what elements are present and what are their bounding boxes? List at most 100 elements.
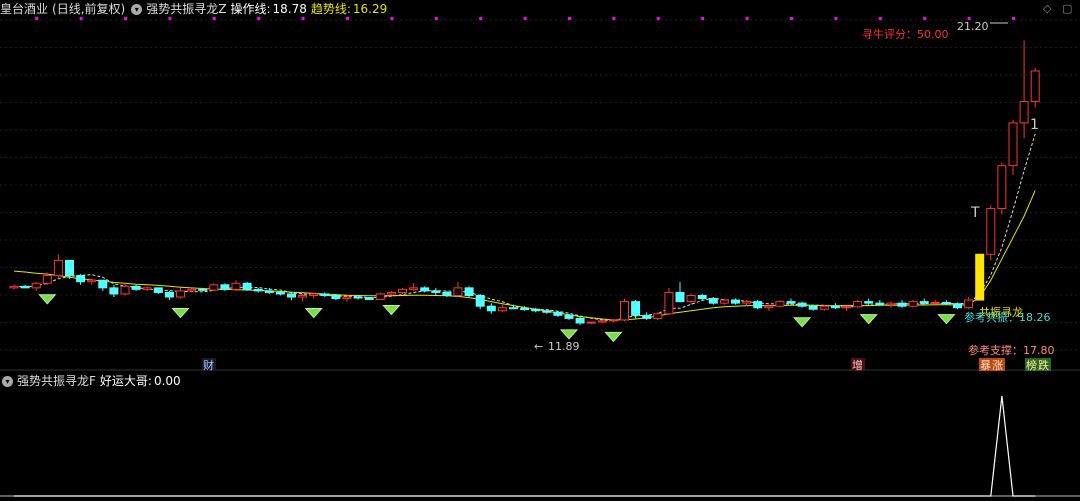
candle-body — [520, 308, 530, 311]
candle-body — [120, 285, 130, 295]
buy-signal-diamond — [559, 329, 579, 340]
candle-body — [386, 291, 396, 295]
candle-body — [886, 302, 896, 306]
tag-zeng: 增 — [852, 358, 863, 372]
t-mark: T — [970, 205, 980, 221]
candle-body — [975, 253, 985, 301]
magenta-marker — [701, 17, 705, 20]
buy-signal-diamond — [382, 304, 401, 316]
candle-body — [642, 314, 652, 319]
candle-body — [808, 305, 818, 310]
trend-line — [13, 190, 1036, 321]
candle-body — [20, 285, 30, 289]
buy-signal-diamond — [304, 308, 323, 319]
candle-body — [1019, 101, 1029, 124]
ref-resonance-label: 参考共振：18.26 — [964, 310, 1051, 324]
magenta-marker — [612, 17, 616, 20]
magenta-marker — [568, 17, 571, 20]
candle-body — [575, 317, 585, 324]
candle-body — [964, 299, 974, 309]
candle-body — [187, 288, 197, 292]
candle-body — [908, 301, 918, 307]
candle-body — [631, 301, 641, 316]
candle-body — [65, 259, 74, 277]
candle-body — [42, 275, 52, 284]
candle-body — [953, 303, 962, 309]
kline-chart[interactable]: 寻牛评分：50.00 21.20 11.89 ← 共振寻龙 参考共振：18.26… — [0, 0, 1080, 501]
trend-path — [13, 190, 1036, 321]
buy-signal-diamond — [604, 331, 623, 343]
candle-body — [287, 293, 296, 298]
candle-body — [442, 291, 452, 296]
candle-body — [176, 290, 185, 298]
magenta-marker — [878, 17, 882, 20]
buy-signal-diamond — [859, 314, 878, 325]
candle-body — [398, 288, 407, 293]
candle-body — [275, 291, 285, 295]
candle-body — [830, 305, 840, 309]
candle-body — [475, 294, 485, 307]
candle-body — [586, 321, 596, 324]
tag-cai: 财 — [203, 358, 214, 372]
candle-body — [76, 275, 86, 283]
candle-body — [686, 294, 696, 303]
candle-body — [464, 287, 474, 296]
candle-body — [486, 305, 496, 312]
candle-body — [819, 305, 829, 310]
candle-body — [764, 305, 774, 309]
one-mark: 1 — [1030, 117, 1039, 133]
candle-body — [409, 287, 419, 290]
candle-body — [242, 282, 252, 290]
magenta-marker — [745, 17, 749, 20]
candle-body — [142, 287, 152, 290]
sub-signal-path — [14, 395, 1036, 497]
candle-body — [542, 310, 552, 313]
candle-body — [420, 287, 430, 292]
candle-body — [531, 308, 541, 312]
candle-body — [509, 307, 518, 310]
candle-body — [997, 165, 1007, 209]
candle-body — [742, 301, 752, 304]
candle-body — [431, 290, 441, 293]
magenta-marker — [523, 17, 527, 20]
magenta-marker — [79, 17, 83, 20]
candle-body — [87, 279, 97, 283]
candle-body — [941, 302, 951, 305]
candle-body — [153, 287, 163, 293]
buy-signals — [38, 294, 956, 343]
magenta-marker — [257, 17, 261, 20]
magenta-marker — [346, 17, 349, 20]
candle-body — [453, 287, 463, 296]
candle-body — [919, 301, 929, 304]
candle-body — [320, 293, 330, 296]
candle-body — [875, 302, 885, 306]
candle-body — [253, 288, 263, 292]
magenta-marker — [656, 17, 660, 20]
magenta-marker — [35, 17, 39, 20]
candle-body — [697, 294, 707, 300]
candle-body — [842, 306, 851, 309]
buy-signal-diamond — [171, 308, 190, 319]
candle-body — [786, 301, 796, 304]
top-markers — [35, 17, 1015, 20]
candle-body — [986, 207, 996, 255]
candle-body — [331, 294, 341, 300]
candle-body — [708, 298, 718, 304]
magenta-marker — [1012, 17, 1015, 20]
candle-body — [753, 301, 763, 309]
candle-body — [31, 282, 41, 289]
candle-body — [198, 288, 208, 291]
high-price-label: 21.20 — [957, 20, 989, 33]
candle-body — [564, 314, 574, 319]
candle-body — [553, 311, 563, 316]
ref-support-label: 参考支撑：17.80 — [968, 343, 1055, 357]
candle-body — [375, 293, 385, 300]
tag-die-prefix: 榜 — [1026, 358, 1037, 372]
magenta-marker — [124, 17, 127, 20]
candle-body — [53, 259, 63, 277]
candle-body — [9, 285, 19, 289]
tag-zhang: 涨 — [992, 359, 1003, 372]
candle-body — [797, 302, 807, 307]
magenta-marker — [301, 17, 305, 20]
candle-body — [719, 299, 729, 304]
